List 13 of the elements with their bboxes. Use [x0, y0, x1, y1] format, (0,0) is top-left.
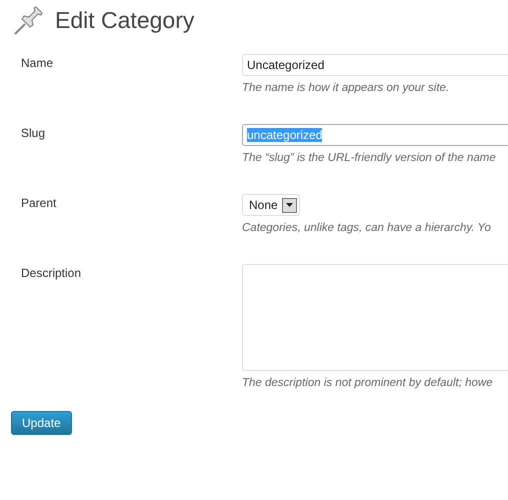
text-field[interactable]: Uncategorized — [242, 54, 508, 76]
field-label: Slug — [21, 126, 46, 140]
field-label: Parent — [21, 196, 56, 210]
field-hint: Categories, unlike tags, can have a hierarchy. Yo — [242, 222, 492, 234]
field-label: Name — [21, 56, 54, 70]
update-button[interactable]: Update — [11, 411, 72, 435]
page-title: Edit Category — [55, 6, 194, 34]
field-label: Description — [21, 266, 82, 280]
field-hint: The description is not prominent by default; howe — [242, 377, 494, 389]
field-hint: The “slug” is the URL-friendly version of the name — [242, 152, 497, 164]
field-hint: The name is how it appears on your site. — [242, 82, 450, 94]
description-field[interactable] — [242, 264, 508, 371]
parent-dropdown[interactable]: None — [242, 194, 300, 216]
